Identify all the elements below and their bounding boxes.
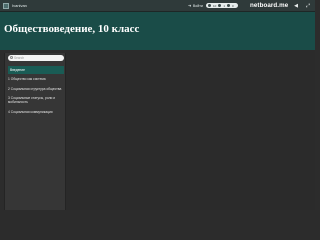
- section-item-social-statuses[interactable]: 3 Социальные статусы, роли и мобильность: [8, 96, 64, 104]
- board-content-area: [66, 50, 315, 210]
- login-link[interactable]: ➜ Войти: [188, 3, 203, 9]
- page-title: Обществоведение, 10 класс: [4, 23, 140, 35]
- views-count: 10: [213, 3, 217, 8]
- section-item-social-structure[interactable]: 2 Социальная структура общества: [8, 87, 64, 91]
- volume-icon[interactable]: ◀: [293, 3, 299, 9]
- avatar[interactable]: [3, 2, 9, 9]
- search-icon: [10, 56, 13, 59]
- comments-icon: [227, 4, 231, 7]
- login-icon[interactable]: ➜: [188, 3, 191, 9]
- login-label[interactable]: Войти: [193, 3, 203, 9]
- comments-count: 0: [232, 3, 234, 8]
- section-label: Введение: [10, 68, 25, 72]
- likes-count: 1: [223, 3, 226, 8]
- section-label: 2 Социальная структура общества: [8, 87, 62, 91]
- fullscreen-icon[interactable]: ⤢: [305, 3, 311, 9]
- section-item-intro[interactable]: Введение: [8, 66, 64, 74]
- section-item-social-communication[interactable]: 4 Социальная коммуникация: [8, 110, 64, 114]
- search-box[interactable]: [8, 55, 64, 61]
- site-logo[interactable]: netboard.me: [250, 2, 288, 10]
- search-input[interactable]: [14, 55, 62, 61]
- views-icon: [208, 4, 211, 7]
- sections-sidebar: Введение 1 Общество как система 2 Социал…: [4, 53, 66, 210]
- user-name[interactable]: Ivanivan: [12, 2, 27, 9]
- board-stats[interactable]: 10 1 0: [206, 3, 238, 8]
- section-label: 1 Общество как система: [8, 77, 46, 81]
- top-bar: Ivanivan ➜ Войти 10 1 0 netboard.me ◀ ⤢: [0, 0, 315, 12]
- section-label: 4 Социальная коммуникация: [8, 110, 53, 114]
- section-item-society-system[interactable]: 1 Общество как система: [8, 77, 64, 81]
- section-label: 3 Социальные статусы, роли и мобильность: [8, 96, 56, 104]
- likes-icon: [218, 4, 222, 7]
- user-menu[interactable]: Ivanivan: [3, 2, 27, 9]
- board-banner: Обществоведение, 10 класс: [0, 12, 315, 50]
